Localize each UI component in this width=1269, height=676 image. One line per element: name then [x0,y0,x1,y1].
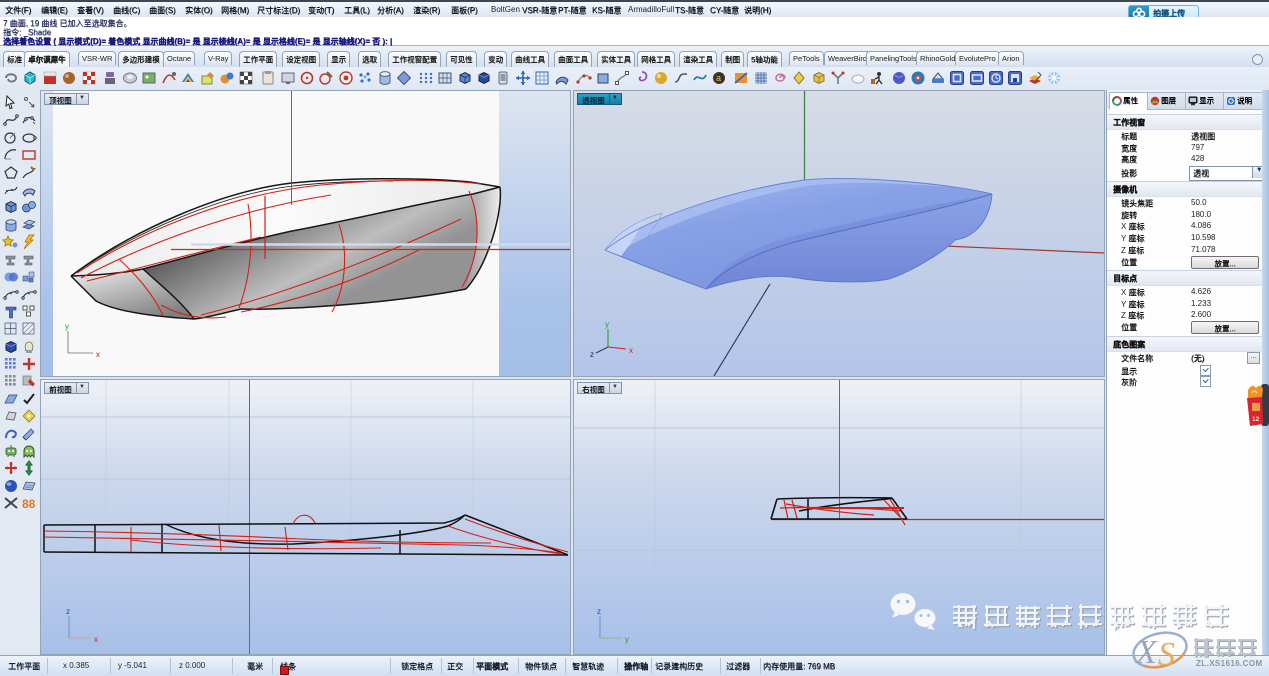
svg-text:z: z [590,350,594,359]
svg-text:z: z [66,607,70,616]
svg-text:x: x [629,346,633,355]
svg-text:x: x [94,635,98,644]
svg-text:88: 88 [22,497,36,511]
svg-text:y: y [625,635,629,644]
svg-text:z: z [597,607,601,616]
svg-text:y: y [605,320,609,329]
svg-text:a: a [716,73,721,83]
svg-text:x: x [96,350,100,359]
svg-text:y: y [65,322,69,331]
